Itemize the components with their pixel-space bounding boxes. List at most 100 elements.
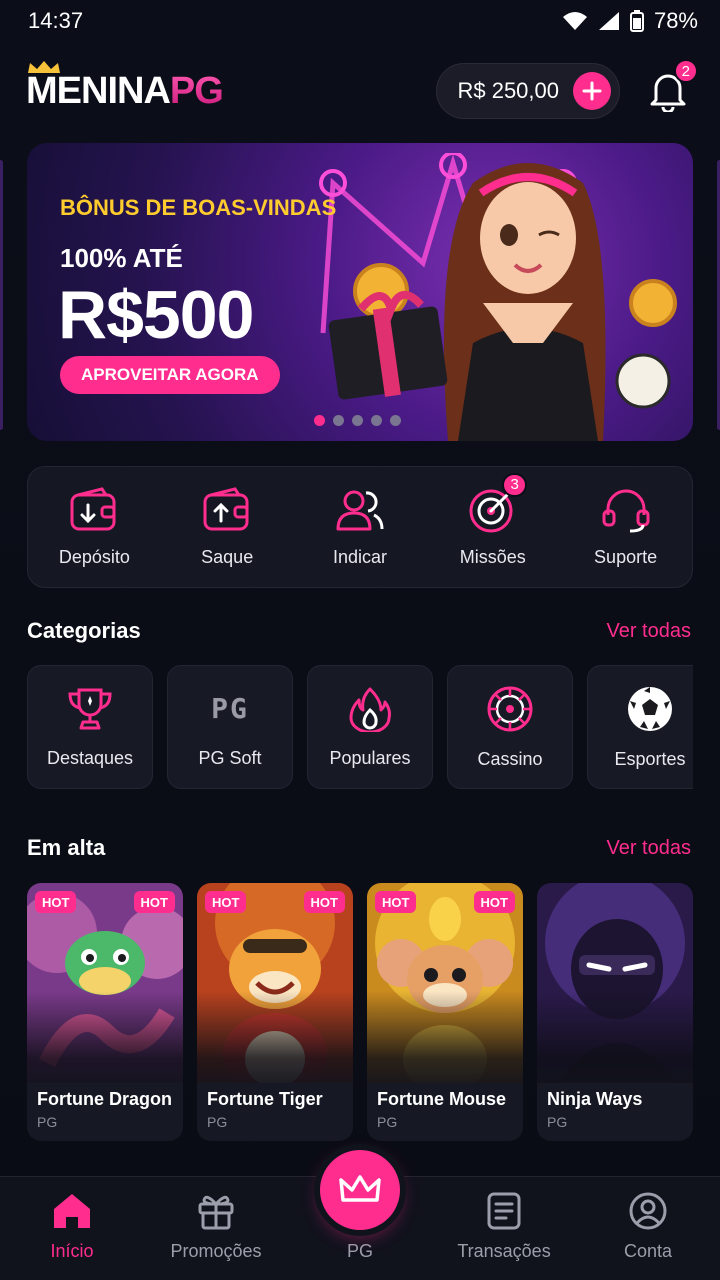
signal-icon [598,12,619,30]
hot-badge: HOT [205,891,247,913]
quick-action-label: Indicar [332,546,387,567]
category-casino[interactable]: Cassino [447,665,573,789]
add-funds-button[interactable] [573,72,611,110]
game-name: Fortune Mouse [377,1089,506,1109]
home-icon [54,1194,90,1228]
categories-list: Destaques PG PG Soft Populares Cassino E… [27,665,693,789]
notifications-badge: 2 [673,59,698,83]
game-card-ninja-ways[interactable]: Ninja Ways PG [537,883,693,1141]
nav-label: Promoções [170,1241,262,1261]
status-bar: 14:37 78% [0,0,720,42]
game-name: Fortune Dragon [37,1089,172,1109]
quick-action-deposit[interactable]: Depósito [34,486,154,568]
trending-header: Em alta Ver todas [27,835,691,861]
category-highlights[interactable]: Destaques [27,665,153,789]
logo-accent-text: PG [169,70,224,112]
hot-badge: HOT [35,891,77,913]
mascot-girl-illustration [328,163,677,441]
nav-item-home[interactable]: Início [0,1177,144,1280]
prev-banner-peek[interactable] [0,160,3,430]
category-label: Cassino [477,748,543,769]
game-provider: PG [377,1114,398,1130]
trending-title: Em alta [27,835,106,860]
category-sports[interactable]: Esportes [587,665,693,789]
nav-item-account[interactable]: Conta [576,1177,720,1280]
carousel-dots [314,415,401,426]
quick-action-refer[interactable]: Indicar [300,487,420,568]
category-pg-soft[interactable]: PG PG Soft [167,665,293,789]
game-provider: PG [547,1114,568,1130]
category-popular[interactable]: Populares [307,665,433,789]
categories-header: Categorias Ver todas [27,618,691,644]
status-time: 14:37 [28,8,84,33]
trending-see-all-link[interactable]: Ver todas [606,837,691,860]
quick-action-label: Depósito [58,546,130,567]
notifications-button[interactable]: 2 [642,59,698,117]
categories-title: Categorias [27,618,141,643]
soccer-ball-icon [628,686,672,731]
quick-action-support[interactable]: Suporte [566,487,686,568]
app-screen: 14:37 78% MENINAPG R$ 250,00 2 BÔNUS DE … [0,0,720,1280]
wallet-withdraw-icon [203,486,249,530]
carousel-dot[interactable] [352,415,363,426]
game-name: Ninja Ways [547,1089,643,1109]
quick-action-label: Suporte [594,546,658,567]
flame-icon [349,687,391,732]
quick-action-withdraw[interactable]: Saque [167,486,287,568]
carousel-dot[interactable] [371,415,382,426]
category-label: Esportes [614,748,686,769]
game-card-fortune-tiger[interactable]: HOT HOT Fortune Tiger PG [197,883,353,1141]
app-header: MENINAPG R$ 250,00 2 [26,58,698,124]
wifi-icon [562,12,587,30]
quick-action-label: Saque [201,546,254,567]
document-icon [487,1192,521,1230]
app-logo[interactable]: MENINAPG [26,61,224,112]
battery-icon [629,10,644,32]
logo-main-text: MENINA [26,70,171,112]
roulette-icon [487,686,533,731]
crown-icon [339,1175,381,1202]
trophy-icon [68,688,112,729]
headset-icon [602,489,650,532]
game-card-fortune-mouse[interactable]: HOT HOT Fortune Mouse PG [367,883,523,1141]
category-label: Populares [329,747,411,768]
game-provider: PG [37,1114,58,1130]
logo-crown-icon [28,61,60,73]
quick-action-missions[interactable]: Missões 3 [433,472,553,568]
banner-amount: R$500 [58,277,254,353]
category-label: PG Soft [198,747,262,768]
carousel-dot[interactable] [333,415,344,426]
wallet-deposit-icon [70,486,116,530]
quick-actions: Depósito Saque Indicar Missões 3 Suporte [27,466,693,588]
banner-subtitle: BÔNUS DE BOAS-VINDAS [60,195,337,220]
banner-line: 100% ATÉ [60,243,183,273]
category-label: Destaques [46,747,134,768]
pg-logo-icon: PG [211,692,249,725]
carousel-dot[interactable] [390,415,401,426]
pg-center-button[interactable] [320,1150,400,1230]
nav-label: PG [346,1241,373,1261]
balance-pill[interactable]: R$ 250,00 [436,63,620,119]
game-card-fortune-dragon[interactable]: HOT HOT Fortune Dragon PG [27,883,183,1141]
nav-label: Início [50,1241,94,1261]
plus-icon [582,81,602,101]
nav-label: Transações [457,1241,551,1261]
user-circle-icon [629,1192,667,1230]
categories-see-all-link[interactable]: Ver todas [606,620,691,643]
balance-amount: R$ 250,00 [457,78,559,103]
hot-badge: HOT [303,891,345,913]
trending-games-list: HOT HOT Fortune Dragon PG HOT HOT Fortun… [27,883,693,1141]
hot-badge: HOT [473,891,515,913]
status-icons: 78% [562,8,698,34]
header-actions: R$ 250,00 2 [436,59,698,119]
game-provider: PG [207,1114,228,1130]
carousel-dot[interactable] [314,415,325,426]
promo-banner[interactable]: BÔNUS DE BOAS-VINDAS 100% ATÉ R$500 APRO… [27,143,693,441]
nav-item-promotions[interactable]: Promoções [144,1177,288,1280]
nav-label: Conta [623,1241,673,1261]
banner-cta-button[interactable]: APROVEITAR AGORA [60,356,280,394]
battery-level: 78% [653,8,698,33]
nav-item-transactions[interactable]: Transações [432,1177,576,1280]
hot-badge: HOT [133,891,175,913]
hot-badge: HOT [375,891,417,913]
